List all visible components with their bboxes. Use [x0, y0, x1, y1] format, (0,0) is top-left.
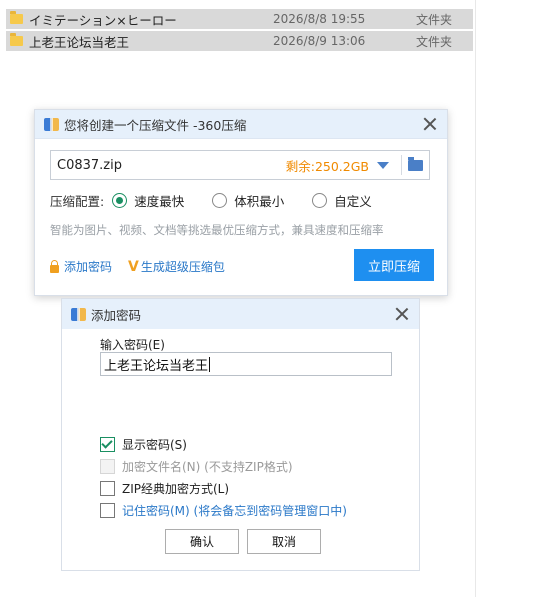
- path-divider: [401, 155, 402, 175]
- checkbox-checked-icon: [100, 437, 115, 452]
- file-type: 文件夹: [416, 12, 453, 27]
- confirm-button[interactable]: 确认: [165, 529, 239, 554]
- lock-icon: [50, 259, 59, 273]
- text-caret: [209, 356, 211, 372]
- explorer-divider: [475, 0, 476, 597]
- radio-label: 体积最小: [234, 194, 285, 209]
- checkbox-label: 记住密码(M) (将会备忘到密码管理窗口中): [122, 504, 347, 518]
- checkbox-label: 加密文件名(N) (不支持ZIP格式): [122, 460, 293, 474]
- dropdown-arrow-icon[interactable]: [377, 161, 389, 169]
- vip-v-icon: V: [128, 258, 139, 275]
- password-input[interactable]: 上老王论坛当老王: [100, 352, 392, 376]
- password-dialog-title: 添加密码: [91, 307, 142, 323]
- password-input-value: 上老王论坛当老王: [104, 358, 209, 374]
- zip-app-icon: [44, 117, 59, 131]
- file-date: 2026/8/8 19:55: [273, 12, 366, 26]
- folder-icon: [10, 11, 23, 24]
- password-input-label: 输入密码(E): [100, 338, 165, 352]
- compress-dialog-titlebar[interactable]: 您将创建一个压缩文件 -360压缩: [35, 110, 447, 139]
- checkbox-label: 显示密码(S): [122, 438, 187, 452]
- compress-hint: 智能为图片、视频、文档等挑选最优压缩方式，兼具速度和压缩率: [50, 223, 384, 237]
- radio-label: 速度最快: [134, 194, 185, 209]
- radio-fastest[interactable]: 速度最快: [112, 191, 184, 210]
- radio-smallest[interactable]: 体积最小: [212, 191, 284, 210]
- free-space-label: 剩余:250.2GB: [285, 158, 369, 174]
- radio-custom[interactable]: 自定义: [312, 191, 372, 210]
- password-dialog-titlebar[interactable]: 添加密码: [62, 299, 419, 329]
- zip-classic-encryption-checkbox[interactable]: ZIP经典加密方式(L): [100, 480, 229, 497]
- file-row[interactable]: 上老王论坛当老王 2026/8/9 13:06 文件夹: [6, 31, 473, 51]
- cancel-button[interactable]: 取消: [247, 529, 321, 554]
- browse-folder-icon[interactable]: [408, 156, 423, 171]
- radio-checked-icon: [112, 193, 128, 208]
- super-package-link[interactable]: 生成超级压缩包: [141, 258, 225, 275]
- file-name: イミテーション×ヒーロー: [29, 12, 177, 28]
- close-icon[interactable]: [395, 307, 409, 321]
- compress-dialog: 您将创建一个压缩文件 -360压缩 C0837.zip 剩余:250.2GB 压…: [34, 109, 448, 296]
- output-filename[interactable]: C0837.zip: [57, 158, 286, 173]
- action-links: 添加密码 V 生成超级压缩包: [50, 258, 225, 275]
- compress-dialog-title: 您将创建一个压缩文件 -360压缩: [64, 117, 247, 133]
- folder-icon: [10, 33, 23, 46]
- encrypt-filename-checkbox[interactable]: 加密文件名(N) (不支持ZIP格式): [100, 458, 293, 475]
- radio-unchecked-icon: [312, 193, 328, 208]
- compress-config-row: 压缩配置: 速度最快 体积最小 自定义: [50, 191, 400, 210]
- file-type: 文件夹: [416, 34, 453, 49]
- radio-label: 自定义: [334, 194, 372, 209]
- checkbox-unchecked-icon: [100, 481, 115, 496]
- add-password-link[interactable]: 添加密码: [64, 258, 112, 275]
- checkbox-disabled-icon: [100, 459, 115, 474]
- checkbox-label: ZIP经典加密方式(L): [122, 482, 230, 496]
- zip-app-icon: [71, 307, 86, 321]
- file-name: 上老王论坛当老王: [29, 34, 130, 50]
- config-label: 压缩配置:: [50, 194, 105, 209]
- output-path-field[interactable]: C0837.zip 剩余:250.2GB: [50, 150, 430, 180]
- remember-password-checkbox[interactable]: 记住密码(M) (将会备忘到密码管理窗口中): [100, 502, 347, 519]
- file-date: 2026/8/9 13:06: [273, 34, 366, 48]
- radio-unchecked-icon: [212, 193, 228, 208]
- show-password-checkbox[interactable]: 显示密码(S): [100, 436, 187, 453]
- password-dialog: 添加密码 输入密码(E) 上老王论坛当老王 显示密码(S) 加密文件名(N) (…: [61, 298, 420, 571]
- file-row[interactable]: イミテーション×ヒーロー 2026/8/8 19:55 文件夹: [6, 9, 473, 29]
- compress-now-button[interactable]: 立即压缩: [354, 249, 434, 281]
- close-icon[interactable]: [423, 117, 437, 131]
- checkbox-unchecked-icon: [100, 503, 115, 518]
